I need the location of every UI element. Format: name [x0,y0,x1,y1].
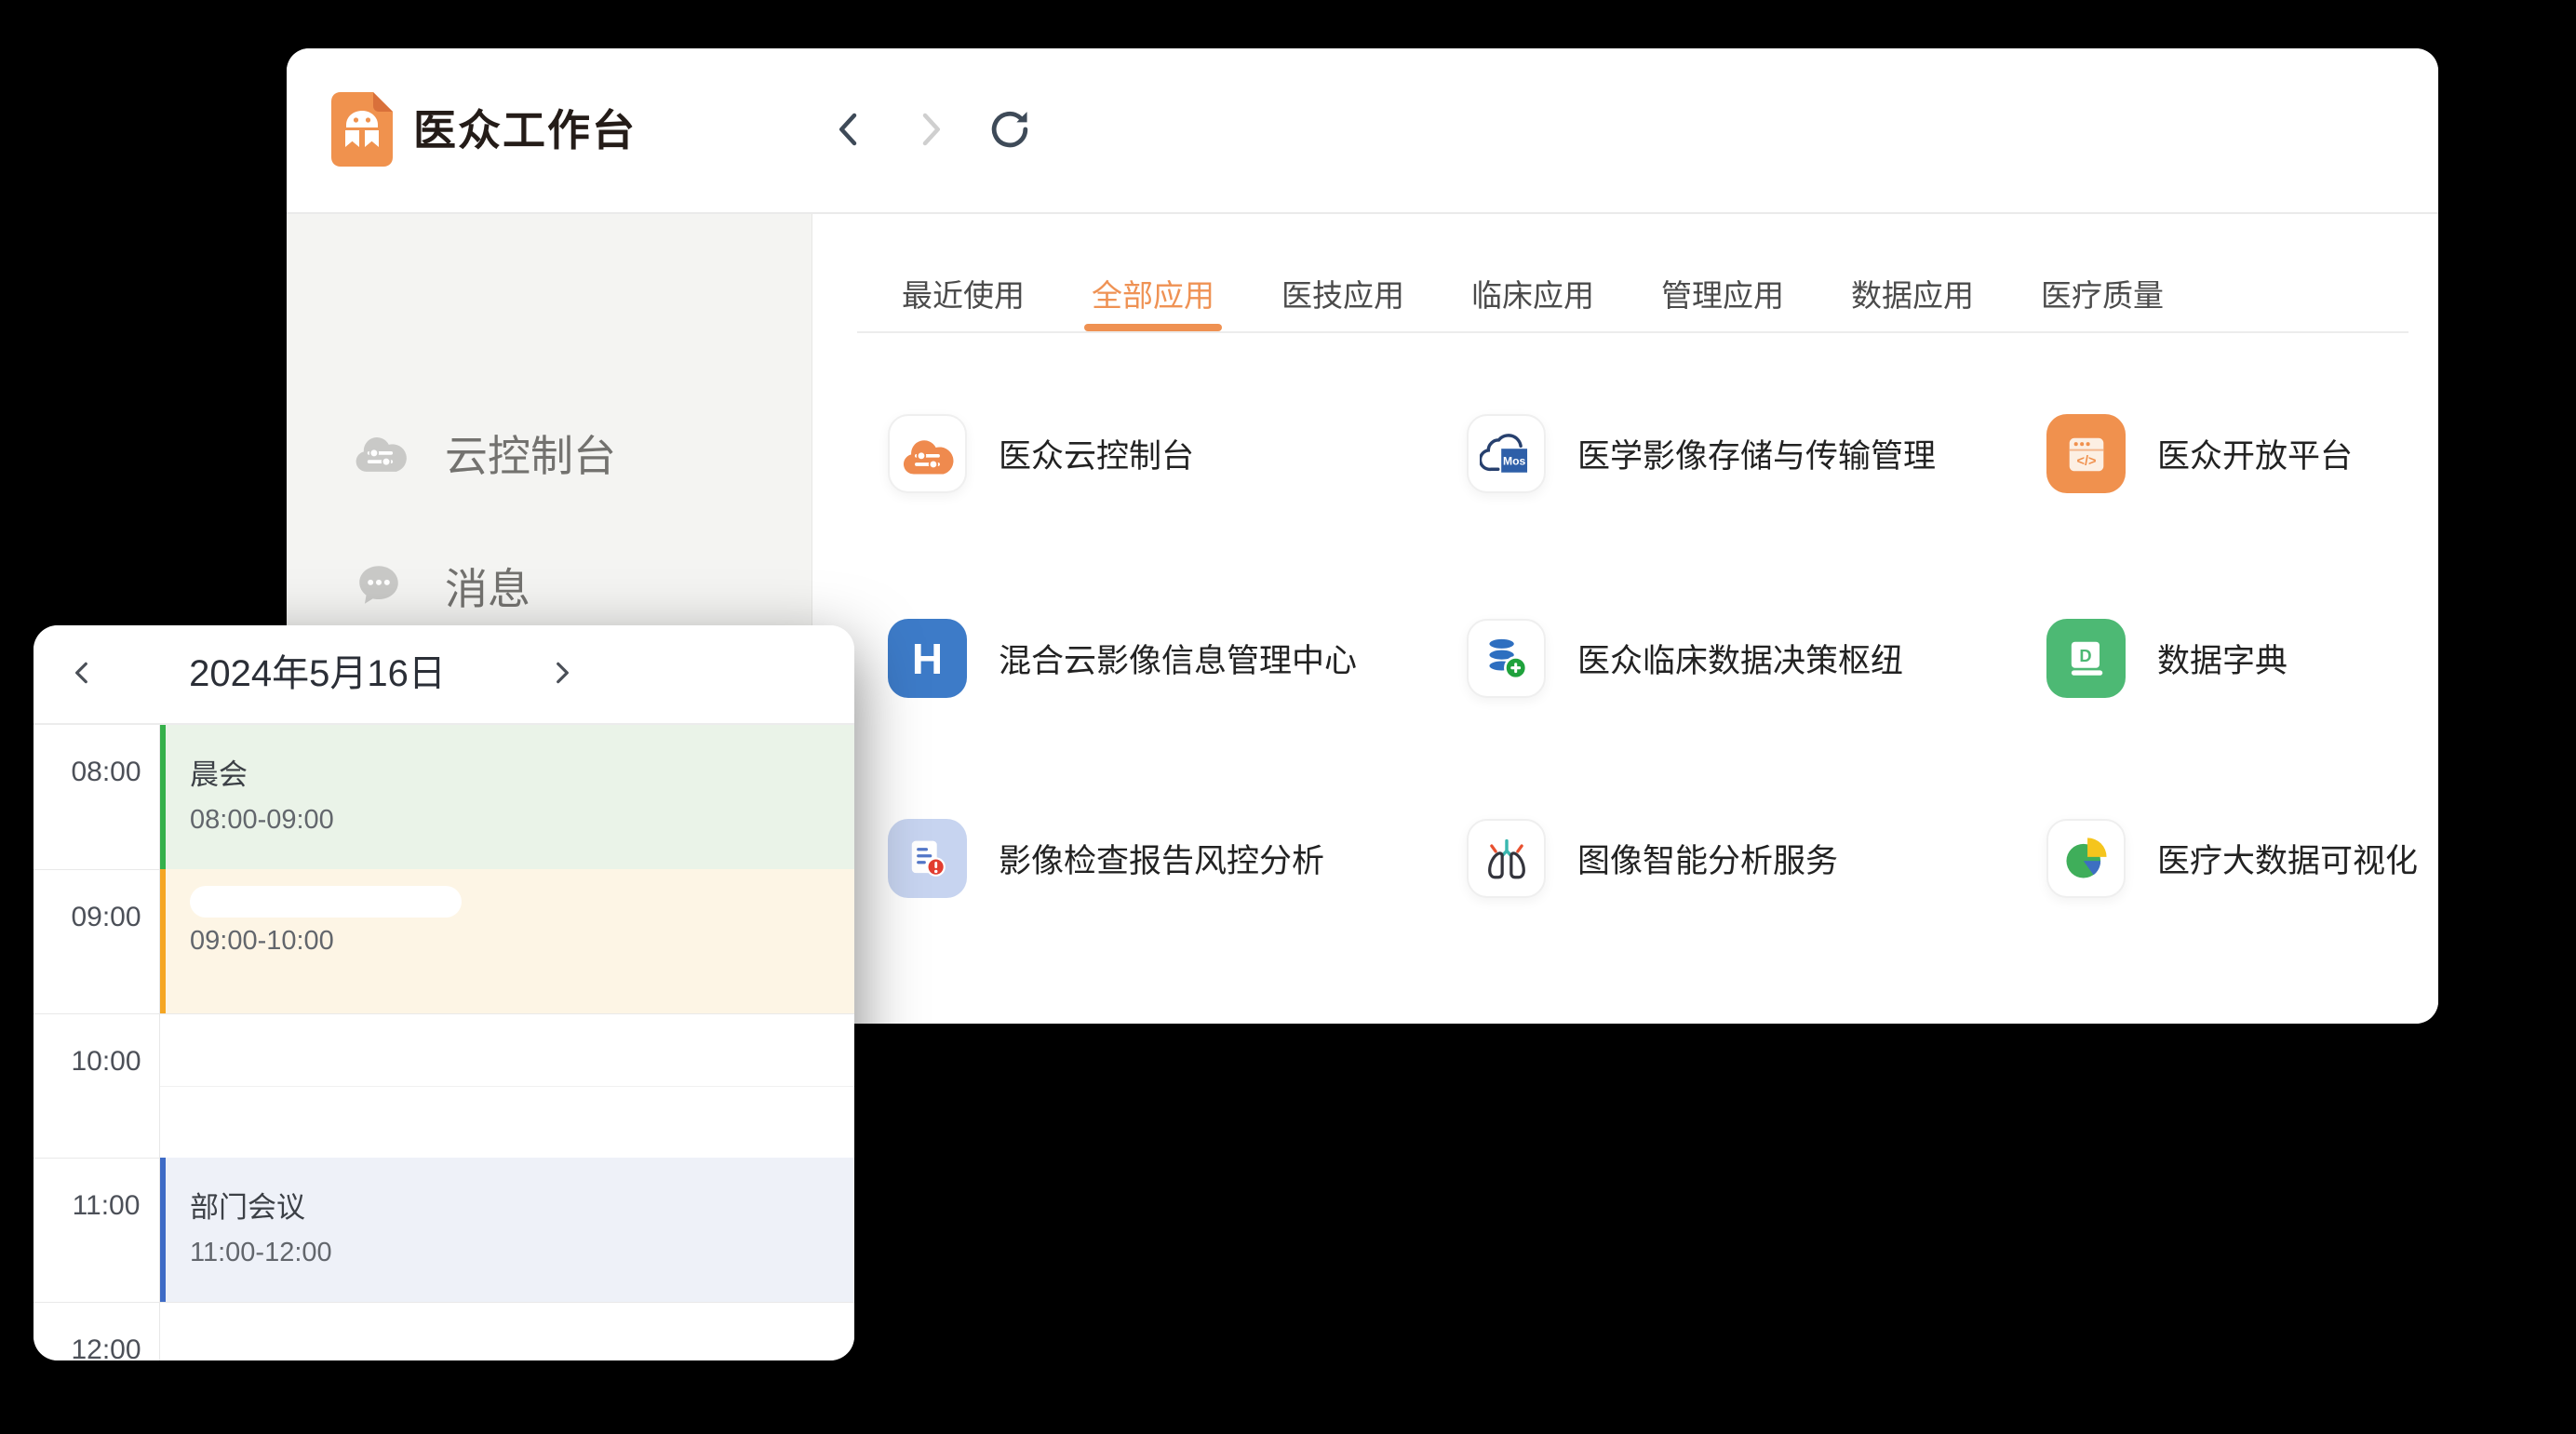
cloud-sliders-icon [888,414,967,493]
app-big-data-visualization[interactable]: 医疗大数据可视化 [2046,819,2418,898]
code-window-icon: </> [2046,414,2126,493]
tab-medtech[interactable]: 医技应用 [1281,277,1404,331]
sidebar-item-label: 消息 [445,556,530,617]
report-alert-icon [888,819,967,898]
app-open-platform[interactable]: </> 医众开放平台 [2046,414,2353,493]
calendar-day-view: 08:00 09:00 10:00 11:00 12:00 晨会 08:00-0… [34,725,854,1360]
glyph-letter: H [912,634,943,684]
sidebar-item-cloud-console[interactable]: 云控制台 [354,423,616,483]
calendar-next-button[interactable] [534,625,590,723]
app-data-dictionary[interactable]: D 数据字典 [2046,619,2288,698]
event-title: 晨会 [190,751,854,793]
app-label: 医众开放平台 [2157,430,2353,477]
event-time: 08:00-09:00 [190,805,854,836]
nav-refresh-button[interactable] [991,108,1028,153]
app-report-risk-analysis[interactable]: 影像检查报告风控分析 [888,819,1324,898]
cloud-settings-icon [354,429,408,477]
time-label: 12:00 [52,1334,160,1360]
tab-recent[interactable]: 最近使用 [902,277,1025,331]
back-icon [836,109,864,153]
time-label: 11:00 [52,1190,160,1222]
svg-text:Mos: Mos [1502,454,1525,467]
redacted-event-title [190,886,462,918]
tab-divider [857,331,2408,333]
hour-row-1200: 12:00 [34,1302,854,1360]
app-label: 医疗大数据可视化 [2157,835,2418,882]
app-logo-icon [331,92,393,167]
chevron-left-icon [70,659,94,690]
mos-cloud-icon: Mos [1467,414,1546,493]
content-area: 最近使用 全部应用 医技应用 临床应用 管理应用 数据应用 医疗质量 [812,214,2438,1024]
lungs-icon [1467,819,1546,898]
app-hybrid-cloud-center[interactable]: H 混合云影像信息管理中心 [888,619,1357,698]
app-label: 医众云控制台 [999,430,1194,477]
app-label: 混合云影像信息管理中心 [999,635,1357,682]
nav-back-button[interactable] [831,108,868,153]
calendar-date-label: 2024年5月16日 [173,625,462,723]
time-label: 10:00 [52,1046,160,1078]
nav-controls [831,93,1028,168]
event-title: 部门会议 [190,1184,854,1226]
tab-data[interactable]: 数据应用 [1851,277,1974,331]
svg-text:</>: </> [2076,453,2096,468]
tab-all-apps[interactable]: 全部应用 [1092,277,1214,331]
window-title: 医众工作台 [413,93,637,168]
time-gutter-divider [159,725,160,1360]
dictionary-book-icon: D [2046,619,2126,698]
event-time: 11:00-12:00 [190,1238,854,1268]
refresh-icon [987,107,1032,154]
svg-text:D: D [2079,646,2091,665]
app-label: 图像智能分析服务 [1577,835,1838,882]
tab-management[interactable]: 管理应用 [1661,277,1784,331]
letter-h-icon: H [888,619,967,698]
chevron-right-icon [550,659,574,690]
event-morning-meeting[interactable]: 晨会 08:00-09:00 [160,725,854,869]
time-label: 08:00 [52,757,160,788]
forward-icon [916,109,944,153]
app-label: 数据字典 [2157,635,2288,682]
window-header: 医众工作台 [287,48,2438,214]
app-image-ai-service[interactable]: 图像智能分析服务 [1467,819,1838,898]
tab-clinical[interactable]: 临床应用 [1471,277,1594,331]
time-label: 09:00 [52,902,160,933]
sidebar-item-messages[interactable]: 消息 [354,556,530,616]
page-background: 医众工作台 [0,0,2576,1434]
sidebar-item-label: 云控制台 [445,422,616,484]
event-hidden-title[interactable]: 09:00-10:00 [160,869,854,1013]
database-plus-icon [1467,619,1546,698]
calendar-prev-button[interactable] [54,625,110,723]
event-department-meeting[interactable]: 部门会议 11:00-12:00 [160,1158,854,1302]
app-clinical-data-hub[interactable]: 医众临床数据决策枢纽 [1467,619,1903,698]
calendar-popup: 2024年5月16日 08:00 09:00 10:00 11:00 12:00 [34,625,854,1360]
hour-row-1000: 10:00 [34,1013,854,1159]
event-time: 09:00-10:00 [190,926,854,957]
app-label: 影像检查报告风控分析 [999,835,1324,882]
app-label: 医众临床数据决策枢纽 [1577,635,1903,682]
app-cloud-console[interactable]: 医众云控制台 [888,414,1194,493]
app-imaging-storage[interactable]: Mos 医学影像存储与传输管理 [1467,414,1936,493]
nav-forward-button[interactable] [911,108,948,153]
tab-quality[interactable]: 医疗质量 [2041,277,2164,331]
app-label: 医学影像存储与传输管理 [1577,430,1936,477]
pie-chart-icon [2046,819,2126,898]
message-bubble-icon [354,562,408,610]
tab-bar: 最近使用 全部应用 医技应用 临床应用 管理应用 数据应用 医疗质量 [902,277,2164,331]
calendar-header: 2024年5月16日 [34,625,854,725]
